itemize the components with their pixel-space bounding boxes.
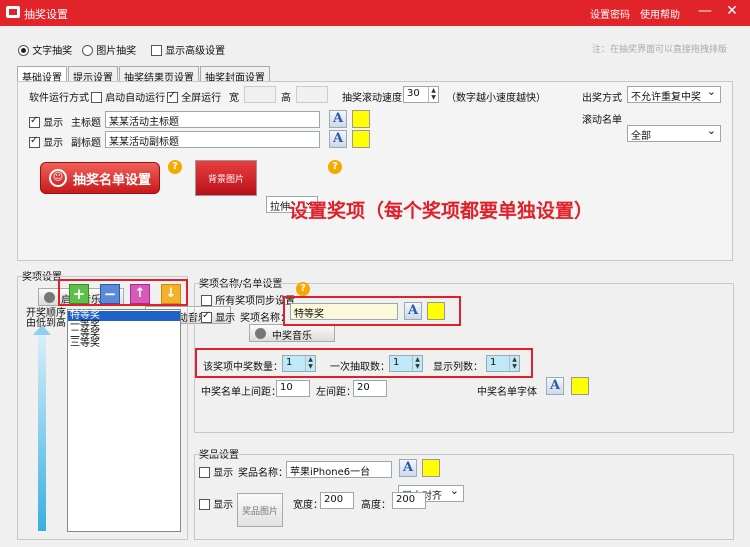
radio-text-lottery[interactable]: 文字抽奖 [18,42,72,57]
tab-prompt[interactable]: 提示设置 [68,66,118,84]
draw-mode-select[interactable]: 不允许重复中奖 [627,85,721,103]
help-menu[interactable]: 使用帮助 [640,6,680,21]
close-icon[interactable]: ✕ [722,3,742,19]
sub-title-label: 副标题 [71,138,101,149]
sub-title-font-icon[interactable]: A [329,130,347,148]
stepper-arrows-icon[interactable]: ▲ ▼ [305,356,315,371]
sub-title-color-swatch[interactable] [352,130,370,148]
lottery-list-button[interactable]: ☺ 抽奖名单设置 [40,162,160,194]
app-icon [6,6,20,18]
drag-hint: 注：在抽奖界面可以直接拖拽排版 [592,45,728,55]
winner-font-label: 中奖名单字体 [477,387,537,398]
sync-all-checkbox[interactable]: 所有奖项同步设置 [201,292,295,307]
prize-setting-annotation: 设置奖项（每个奖项都要单独设置） [289,200,594,222]
width-input[interactable] [244,86,276,103]
scroll-list-label: 滚动名单 [582,115,622,126]
title-bar: 抽奖设置 设置密码 使用帮助 — ✕ [0,0,750,26]
order-arrow-icon [33,325,51,335]
prize-name-color-swatch[interactable] [427,302,445,320]
prize-name-help-icon[interactable]: ? [296,282,310,296]
list-icon: ☺ [48,169,67,187]
list-help-icon[interactable]: ? [168,160,182,174]
reward-font-icon[interactable]: A [399,459,417,477]
reward-image-button[interactable]: 奖品图片 [237,493,283,527]
main-title-label: 主标题 [71,118,101,129]
show-reward-image-checkbox[interactable]: 显示 [199,496,233,511]
prize-listbox[interactable]: 特等奖 一等奖 二等奖 三等奖 [67,309,181,532]
scroll-speed-label: 抽奖滚动速度 [342,93,402,104]
order-arrow-shaft [38,333,46,531]
prize-count-label: 该奖项中奖数量： [203,362,283,373]
left-spacing-input[interactable]: 20 [353,380,387,397]
radio-image-lottery[interactable]: 图片抽奖 [82,42,136,57]
show-prize-name-checkbox[interactable]: 显示 [201,309,235,324]
tab-cover[interactable]: 抽奖封面设置 [200,66,270,84]
auto-run-checkbox[interactable]: 启动自动运行 [91,89,165,104]
reward-color-swatch[interactable] [422,459,440,477]
left-spacing-label: 左间距： [316,387,356,398]
tab-basic[interactable]: 基础设置 [17,66,67,84]
remove-prize-icon[interactable]: − [100,284,120,304]
show-advanced-checkbox[interactable]: 显示高级设置 [151,42,225,57]
top-spacing-label: 中奖名单上间距： [201,387,281,398]
main-title-font-icon[interactable]: A [329,110,347,128]
reward-name-input[interactable]: 苹果iPhone6一台 [286,461,392,478]
show-reward-checkbox[interactable]: 显示 [199,464,233,479]
reward-height-input[interactable]: 200 [392,492,426,509]
show-sub-title-checkbox[interactable]: 显示 [29,134,63,149]
window-title: 抽奖设置 [24,8,68,21]
per-draw-label: 一次抽取数： [330,362,390,373]
height-input[interactable] [296,86,328,103]
main-title-input[interactable]: 某某活动主标题 [105,111,320,128]
reward-height-label: 高度： [361,500,391,511]
move-down-icon[interactable]: ↓ [161,284,181,304]
draw-mode-label: 出奖方式 [582,93,622,104]
prize-name-font-icon[interactable]: A [404,302,422,320]
columns-label: 显示列数： [433,362,483,373]
prize-count-stepper[interactable]: 1 ▲ ▼ [282,355,316,372]
tab-result-page[interactable]: 抽奖结果页设置 [119,66,199,84]
tab-bar: 基础设置 提示设置 抽奖结果页设置 抽奖封面设置 [17,66,270,84]
winner-list-font-icon[interactable]: A [546,377,564,395]
per-draw-stepper[interactable]: 1 ▲ ▼ [389,355,423,372]
stepper-arrows-icon[interactable]: ▲ ▼ [428,87,438,102]
speed-hint: （数字越小速度越快） [446,93,546,104]
run-mode-label: 软件运行方式 [29,93,89,104]
stepper-arrows-icon[interactable]: ▲ ▼ [412,356,422,371]
columns-stepper[interactable]: 1 ▲ ▼ [486,355,520,372]
background-image-button[interactable]: 背景图片 [195,160,257,196]
show-main-title-checkbox[interactable]: 显示 [29,114,63,129]
reward-name-label: 奖品名称： [238,468,288,479]
width-label: 宽 [229,93,239,104]
main-title-color-swatch[interactable] [352,110,370,128]
fullscreen-checkbox[interactable]: 全屏运行 [167,89,221,104]
top-spacing-input[interactable]: 10 [276,380,310,397]
reward-width-input[interactable]: 200 [320,492,354,509]
move-up-icon[interactable]: ↑ [130,284,150,304]
sub-title-input[interactable]: 某某活动副标题 [105,131,320,148]
stretch-help-icon[interactable]: ? [328,160,342,174]
scroll-list-select[interactable]: 全部 [627,124,721,142]
prize-name-input[interactable]: 特等奖 [290,303,398,320]
reward-width-label: 宽度： [293,500,323,511]
stepper-arrows-icon[interactable]: ▲ ▼ [509,356,519,371]
scroll-speed-stepper[interactable]: 30 ▲ ▼ [403,86,439,103]
winner-list-color-swatch[interactable] [571,377,589,395]
add-prize-icon[interactable]: + [69,284,89,304]
height-label: 高 [281,93,291,104]
list-item[interactable]: 三等奖 [68,339,180,349]
set-password-menu[interactable]: 设置密码 [590,6,630,21]
minimize-icon[interactable]: — [695,3,715,19]
